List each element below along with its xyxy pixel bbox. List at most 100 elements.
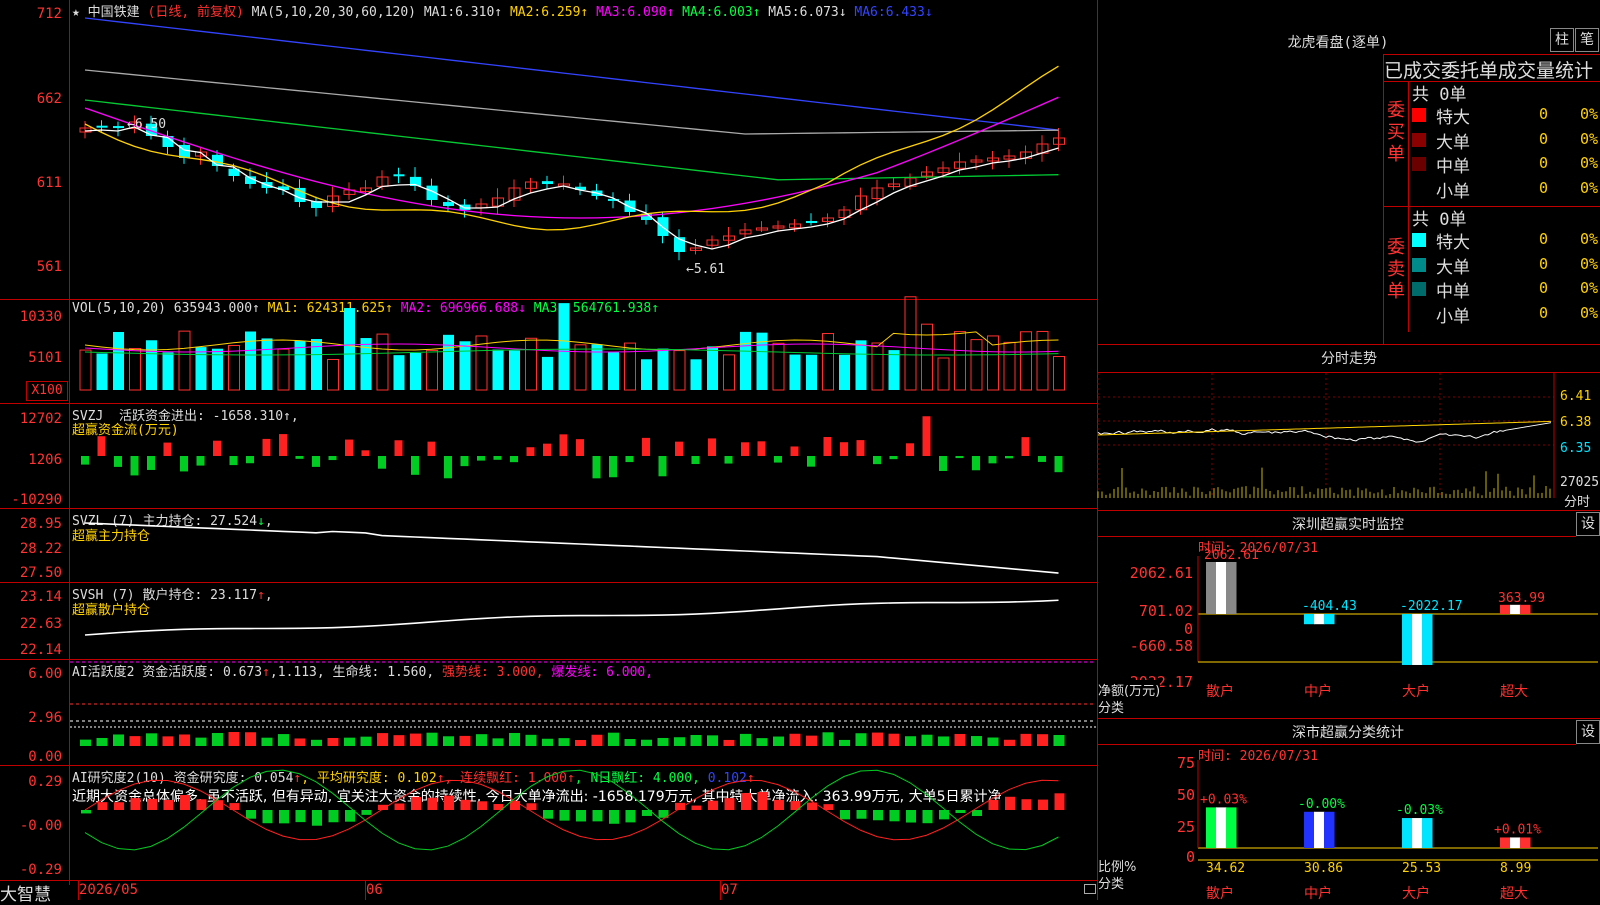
price-line xyxy=(1097,422,1552,443)
szmon-settings-button[interactable]: 设 xyxy=(1576,512,1600,536)
activity-bar xyxy=(954,733,966,746)
main-chart-panel[interactable]: ★ 中国铁建 (日线, 前复权) MA(5,10,20,30,60,120) M… xyxy=(0,0,1098,905)
activity-bar xyxy=(129,736,141,746)
flow-bar xyxy=(658,456,667,477)
bar-segment xyxy=(1324,614,1335,625)
activity-bar xyxy=(476,734,487,746)
volume-bar xyxy=(376,333,389,391)
volume-bar xyxy=(228,345,240,391)
ai2-y-label: -0.00 xyxy=(19,818,62,834)
research-bar xyxy=(312,810,322,826)
szmon-title-line xyxy=(1098,536,1576,537)
divider-footer xyxy=(0,880,1097,881)
activity-bar xyxy=(674,737,685,746)
lock-icon[interactable] xyxy=(1084,884,1096,894)
candle-body xyxy=(624,200,636,212)
volume-bar xyxy=(789,354,801,390)
flow-bar xyxy=(939,456,947,471)
flow-bar xyxy=(97,436,106,456)
activity-bar xyxy=(410,733,421,746)
flow-bar xyxy=(1021,437,1030,456)
order-color-swatch xyxy=(1412,157,1426,171)
activity-bar xyxy=(938,736,949,746)
volume-bar xyxy=(690,359,702,390)
vol-unit-button[interactable]: X100 xyxy=(26,381,68,401)
flow-bar xyxy=(955,456,964,459)
category-label: 散户 xyxy=(1206,885,1234,902)
bar-segment xyxy=(1304,614,1315,625)
activity-bar xyxy=(558,738,570,746)
order-size-label: 小单 xyxy=(1436,181,1470,202)
activity-bar xyxy=(806,735,817,746)
ai1-chart[interactable] xyxy=(70,660,1096,765)
intraday-chart[interactable] xyxy=(1097,373,1600,508)
ai2-chart[interactable] xyxy=(70,766,1096,880)
activity-bar xyxy=(789,733,801,746)
research-bar xyxy=(295,810,306,823)
tick-mode-button[interactable]: 笔 xyxy=(1575,28,1599,52)
order-color-swatch xyxy=(1412,132,1426,147)
date-tick xyxy=(720,880,721,900)
activity-bar xyxy=(921,734,933,746)
volume-bar xyxy=(294,340,306,390)
bar-segment xyxy=(1314,614,1325,625)
volume-bar xyxy=(740,331,751,390)
net-flow-value: 363.99 xyxy=(1498,591,1545,606)
activity-bar xyxy=(624,739,636,746)
flow-bar xyxy=(757,441,766,456)
candle-body xyxy=(212,154,223,166)
order-percent: 0% xyxy=(1579,178,1598,197)
ai2-y-label: 0.29 xyxy=(28,774,62,790)
high-price-note: ←6.50 xyxy=(127,117,167,132)
bar-mode-button[interactable]: 柱 xyxy=(1550,28,1574,52)
research-bar xyxy=(180,795,190,810)
sell-orders-label: 委卖单 xyxy=(1387,237,1405,302)
volume-bar xyxy=(113,331,124,390)
volume-bar xyxy=(410,352,421,390)
bar-segment xyxy=(1422,614,1433,665)
bar-segment xyxy=(1520,837,1531,848)
vol-ma1-line xyxy=(84,331,1059,351)
ratio-value: 30.86 xyxy=(1304,861,1343,876)
research-bar xyxy=(774,799,784,810)
activity-bar xyxy=(327,737,339,746)
volume-chart[interactable] xyxy=(70,296,1096,403)
szstat-bar-chart[interactable]: +0.03% 34.62 散户 -0.00% 30.86 中户 -0.03% 25.53 大户 +… xyxy=(1197,760,1600,902)
order-count: 0 xyxy=(1538,129,1548,148)
bar-segment xyxy=(1412,818,1423,848)
svzj-chart[interactable] xyxy=(70,404,1096,508)
volume-bar xyxy=(509,350,520,390)
svsh-y-label: 22.14 xyxy=(19,642,62,658)
flow-bar xyxy=(642,437,650,456)
ma6-line xyxy=(84,17,1059,131)
lhb-title: 龙虎看盘(逐单) xyxy=(1287,35,1389,51)
order-size-label: 小单 xyxy=(1436,306,1470,327)
activity-bar xyxy=(195,737,207,746)
research-bar xyxy=(1021,799,1032,810)
szstat-title-line xyxy=(1098,744,1576,745)
ratio-change: +0.03% xyxy=(1200,792,1247,807)
svzl-chart[interactable] xyxy=(70,509,1096,582)
fenshi-vol-label: 27025 xyxy=(1560,475,1600,490)
volume-bar xyxy=(327,358,339,391)
order-percent: 0% xyxy=(1579,129,1598,148)
activity-bar xyxy=(393,735,405,746)
candlestick-chart[interactable] xyxy=(70,0,1096,299)
szstat-settings-button[interactable]: 设 xyxy=(1576,720,1600,744)
svsh-chart[interactable] xyxy=(70,583,1096,659)
volume-bar xyxy=(443,334,454,390)
szstat-cat-label: 分类 xyxy=(1098,877,1125,892)
net-flow-value: 2062.61 xyxy=(1204,548,1259,563)
ma4-line xyxy=(84,99,1059,181)
research-bar xyxy=(592,810,603,822)
fenshi-top-line xyxy=(1098,344,1600,345)
szmon-bar-chart[interactable]: 2062.61 散户 -404.43 中户 -2022.17 大户 363.99 超大 xyxy=(1197,548,1600,718)
net-flow-bar xyxy=(1402,614,1433,665)
order-count: 0 xyxy=(1538,254,1548,273)
retail-holding-line xyxy=(84,599,1059,636)
candle-body xyxy=(96,125,108,128)
volume-bar xyxy=(558,303,570,390)
research-bar xyxy=(510,800,520,810)
volume-bar xyxy=(839,354,850,390)
flow-bar xyxy=(345,439,353,456)
